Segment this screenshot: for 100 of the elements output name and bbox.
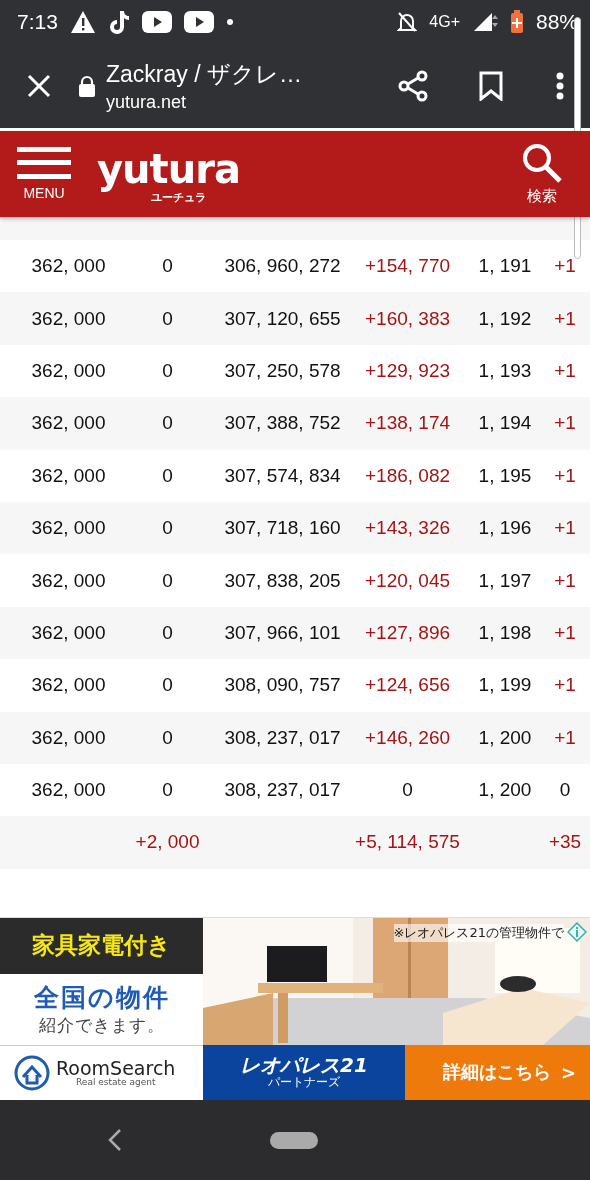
table-cell-text: 0 <box>161 464 174 487</box>
table-cell-text: 0 <box>161 307 174 330</box>
back-icon <box>108 1128 122 1152</box>
table-cell-text: 307, 966, 101 <box>223 621 342 644</box>
table-cell-text: 1, 192 <box>477 307 533 330</box>
ad-headline: 家具家電付き <box>0 917 203 974</box>
table-cell-text: 1, 197 <box>477 569 533 592</box>
play-icon <box>183 11 214 33</box>
brand-tagline: Real estate agent <box>76 1077 157 1087</box>
table-cell-text: 362, 000 <box>30 517 107 540</box>
table-cell-text: 1, 199 <box>477 674 533 697</box>
total-cell-text: +35 <box>547 831 583 854</box>
table-cell-text: 306, 960, 272 <box>223 255 342 278</box>
site-logo[interactable]: yutura ユーチュラ <box>97 145 240 203</box>
table-cell-text: 1, 194 <box>477 412 533 435</box>
table-cell-text: 308, 090, 757 <box>223 674 342 697</box>
table-cell-text: 307, 250, 578 <box>223 359 342 382</box>
table-cell-text: +143, 326 <box>363 517 452 540</box>
table-cell-text: 362, 000 <box>30 464 107 487</box>
table-cell-text: 362, 000 <box>30 569 107 592</box>
lock-icon <box>78 75 96 97</box>
table-cell-text: +138, 174 <box>363 412 452 435</box>
table-cell-text: +146, 260 <box>363 726 452 749</box>
table-cell-text: 1, 198 <box>477 621 533 644</box>
table-cell-text: 362, 000 <box>30 359 107 382</box>
warning-icon <box>69 10 96 34</box>
table-cell-text: 362, 000 <box>30 621 107 644</box>
battery-icon <box>509 10 524 34</box>
table-cell-text: 307, 838, 205 <box>223 569 342 592</box>
table-cell-text: +1 <box>553 307 577 330</box>
table-cell-text: 0 <box>161 517 174 540</box>
back-button[interactable] <box>108 1128 122 1152</box>
table-cell-text: 1, 200 <box>477 779 533 802</box>
table-cell-text: +154, 770 <box>363 255 452 278</box>
status-time: 7:13 <box>17 10 58 34</box>
table-cell-text: 307, 718, 160 <box>223 517 342 540</box>
table-cell-text: +1 <box>553 359 577 382</box>
table-cell-text: +124, 656 <box>363 674 452 697</box>
network-label: 4G+ <box>429 13 460 31</box>
home-button[interactable] <box>270 1131 318 1149</box>
dot-icon <box>225 18 234 26</box>
table-cell-text: 0 <box>161 412 174 435</box>
table-cell-text: 1, 191 <box>477 255 533 278</box>
page-url: yutura.net <box>106 92 188 113</box>
share-icon <box>398 70 428 102</box>
partner-name: レオパレス21 <box>240 1055 368 1077</box>
table-cell-text: 0 <box>161 569 174 592</box>
table-cell-text: 362, 000 <box>30 779 107 802</box>
table-cell-text: +127, 896 <box>363 621 452 644</box>
more-icon <box>556 72 564 100</box>
table-cell-text: 1, 195 <box>477 464 533 487</box>
table-cell-text: 0 <box>161 621 174 644</box>
table-cell-text: +1 <box>553 412 577 435</box>
info-icon <box>567 921 587 942</box>
table-cell-text: 0 <box>161 779 174 802</box>
total-cell-text: +2, 000 <box>134 831 201 854</box>
table-cell-text: 0 <box>401 779 414 802</box>
ad-text: 全国の物件 <box>33 982 170 1015</box>
music-note-icon <box>107 9 130 35</box>
table-cell-text: 0 <box>161 255 174 278</box>
ad-note: ※レオパレス21の管理物件で <box>393 923 564 942</box>
table-cell-text: 0 <box>161 359 174 382</box>
table-cell-text: 362, 000 <box>30 412 107 435</box>
menu-button[interactable]: MENU <box>17 147 71 201</box>
table-cell-text: +1 <box>553 464 577 487</box>
house-circle-logo-icon <box>14 1054 50 1091</box>
table-cell-text: 308, 237, 017 <box>223 726 342 749</box>
play-icon <box>141 11 172 33</box>
table-cell-text: 1, 196 <box>477 517 533 540</box>
table-cell-text: +129, 923 <box>363 359 452 382</box>
muted-bell-icon <box>397 11 418 33</box>
table-cell-text: +1 <box>553 674 577 697</box>
table-cell-text: +186, 082 <box>363 464 452 487</box>
table-cell-text: 0 <box>161 674 174 697</box>
table-cell-text: 1, 193 <box>477 359 533 382</box>
close-icon <box>26 73 52 99</box>
table-cell-text: 362, 000 <box>30 255 107 278</box>
table-cell-text: 307, 574, 834 <box>223 464 342 487</box>
table-cell-text: 1, 200 <box>477 726 533 749</box>
menu-icon <box>17 147 71 179</box>
search-icon <box>522 142 562 183</box>
table-cell-text: +1 <box>553 255 577 278</box>
table-cell-text: +120, 045 <box>363 569 452 592</box>
table-cell-text: +1 <box>553 569 577 592</box>
partner-tagline: パートナーズ <box>268 1076 340 1089</box>
table-cell-text: +1 <box>553 726 577 749</box>
total-cell-text: +5, 114, 575 <box>354 831 461 854</box>
table-cell-text: 362, 000 <box>30 726 107 749</box>
ad-text: 紹介できます。 <box>38 1014 165 1038</box>
search-button[interactable]: 検索 <box>522 142 562 206</box>
table-cell-text: 362, 000 <box>30 674 107 697</box>
table-cell-text: 0 <box>558 779 572 802</box>
table-cell-text: 308, 237, 017 <box>223 779 342 802</box>
table-cell-text: 0 <box>161 726 174 749</box>
table-cell-text: +1 <box>553 517 577 540</box>
table-cell-text: 362, 000 <box>30 307 107 330</box>
page-title: Zackray / ザクレ… <box>106 60 303 89</box>
table-cell-text: 307, 388, 752 <box>223 412 342 435</box>
table-cell-text: +160, 383 <box>363 307 452 330</box>
bookmark-icon <box>479 71 503 101</box>
